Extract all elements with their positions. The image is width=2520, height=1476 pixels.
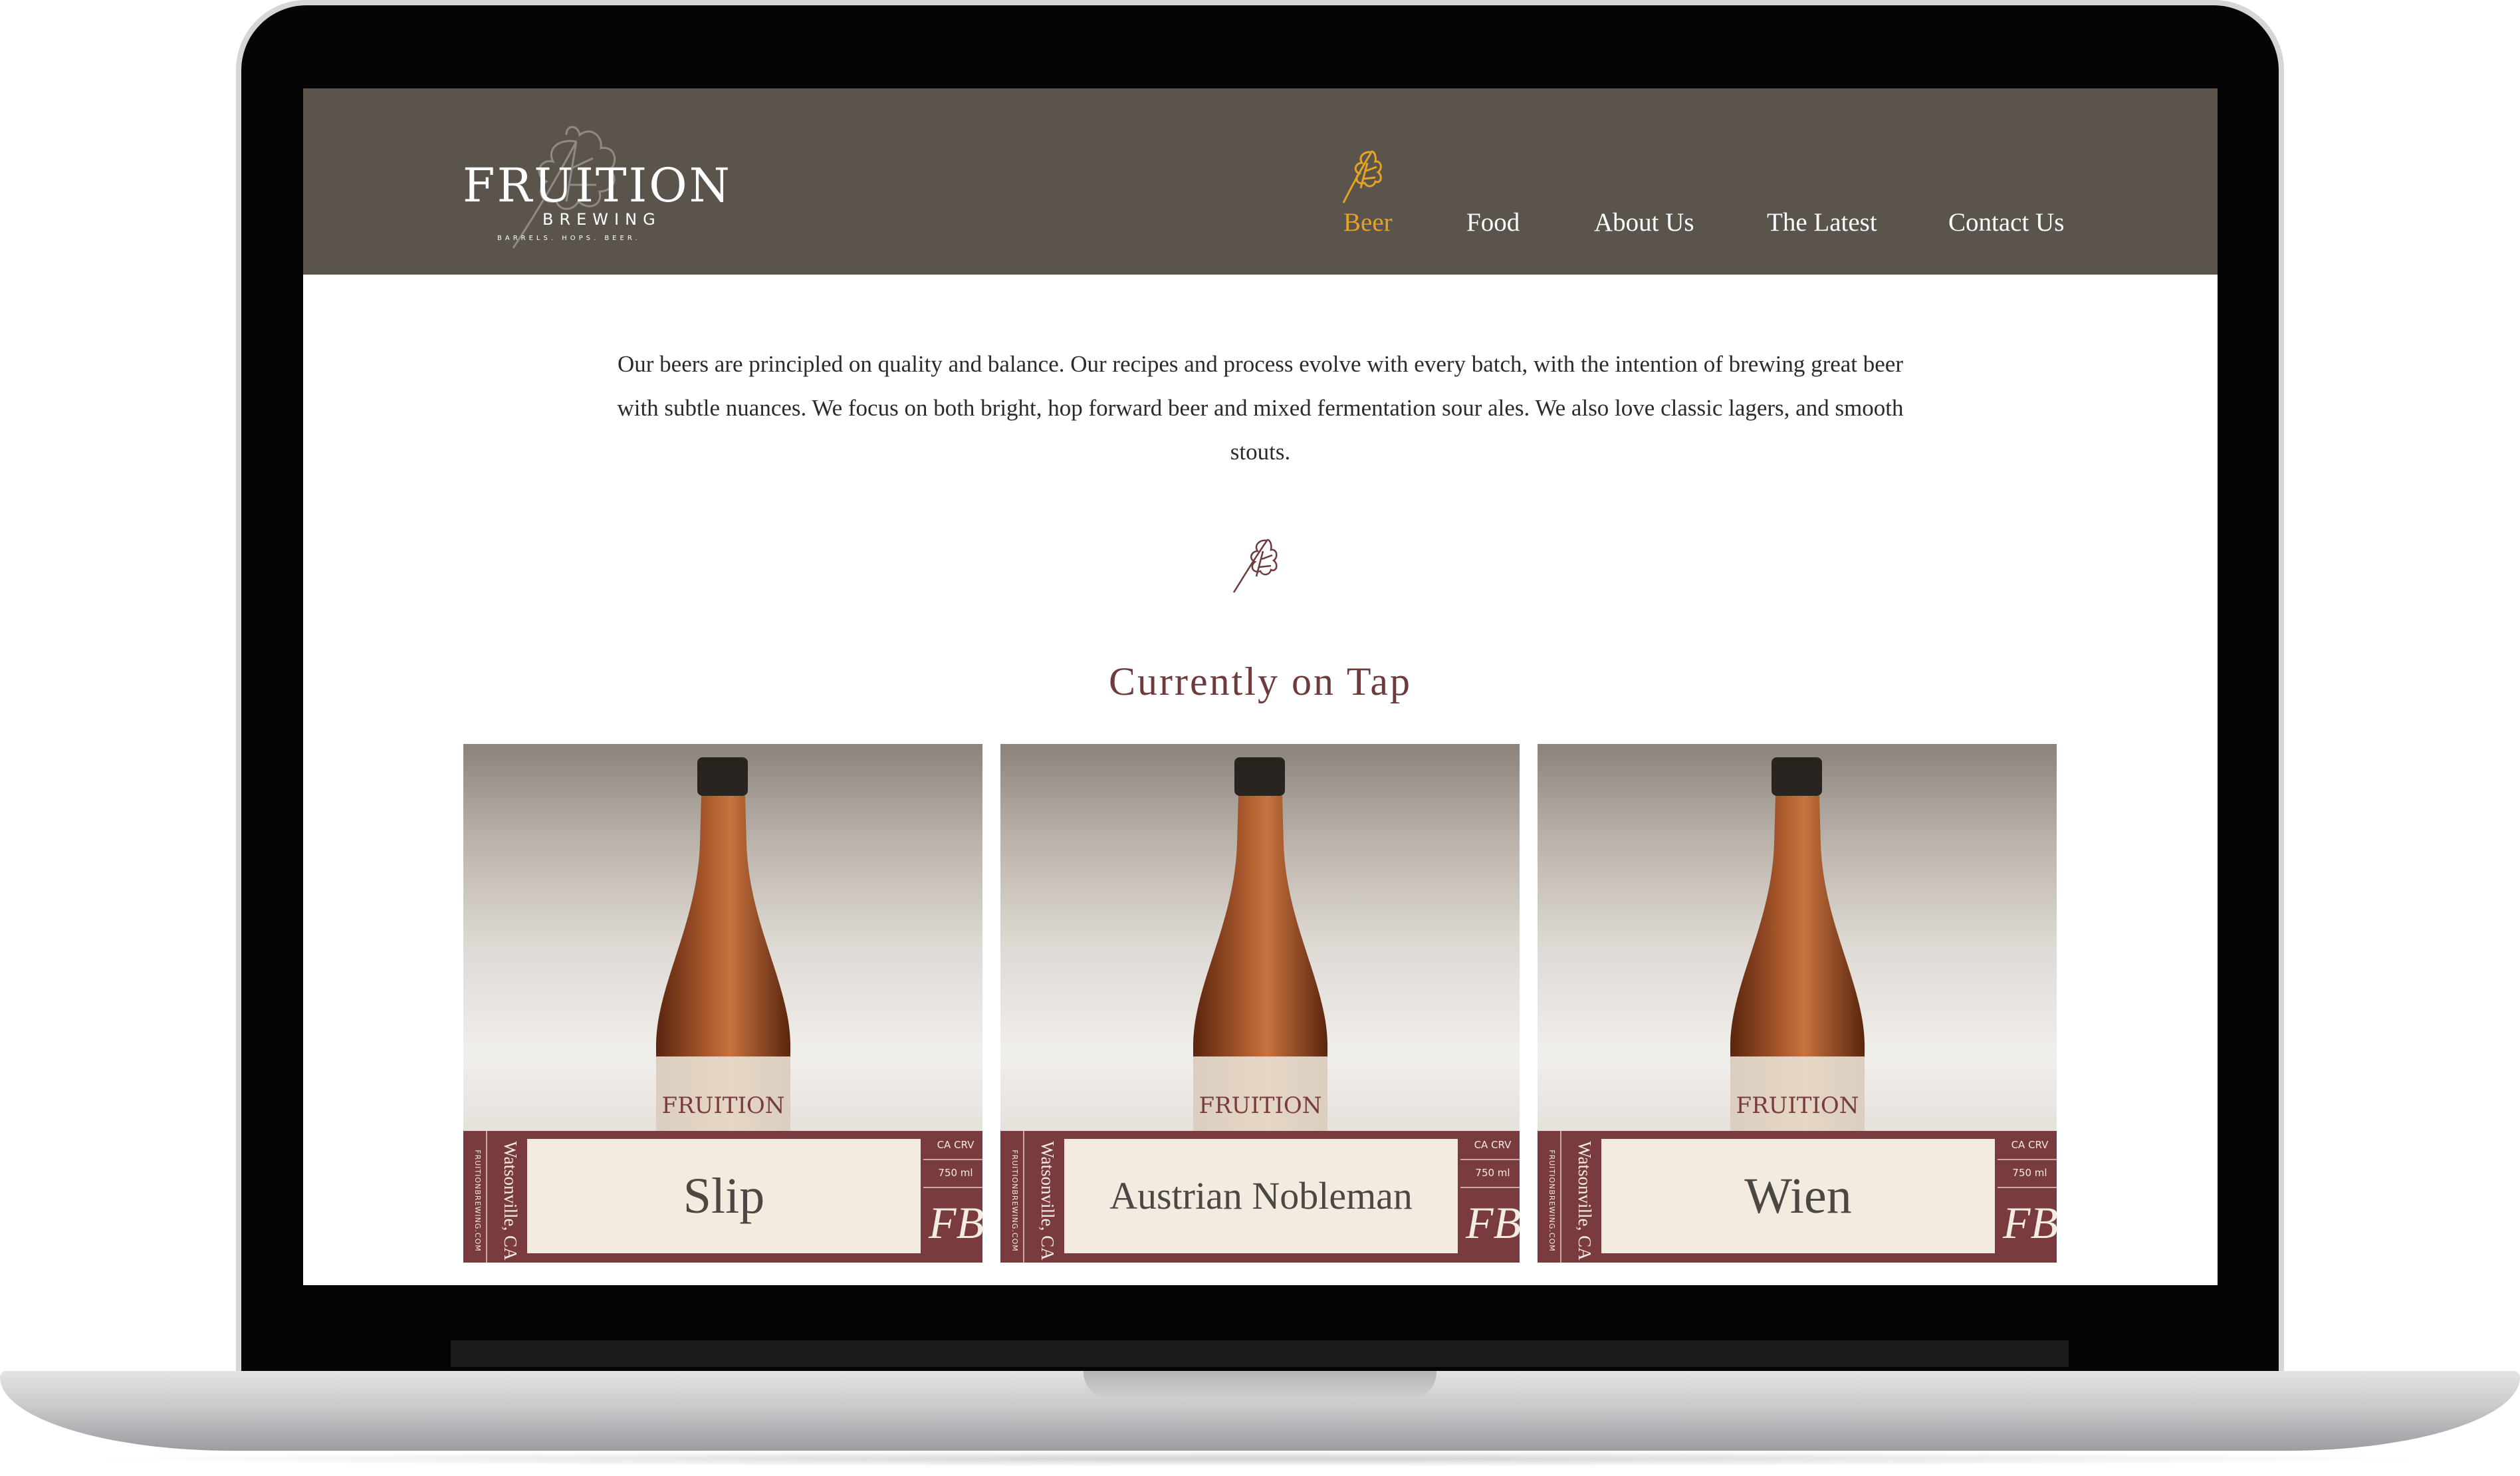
beer-bottle-image: FRUITION	[1730, 757, 1865, 1143]
beer-card-wien[interactable]: FRUITION FRUITIONBREWING.COM Watsonville…	[1538, 744, 2057, 1263]
brand-tagline: BARRELS. HOPS. BEER.	[497, 235, 641, 242]
label-volume: 750 ml	[1475, 1167, 1510, 1179]
oak-leaf-divider-icon	[1232, 539, 1278, 593]
nav-food[interactable]: Food	[1466, 209, 1520, 235]
label-city: Watsonville, CA	[1038, 1141, 1058, 1261]
brand-logo[interactable]: FRUITION BREWING BARRELS. HOPS. BEER.	[460, 112, 730, 251]
brand-name: FRUITION	[463, 158, 732, 213]
intro-text: Our beers are principled on quality and …	[617, 351, 1904, 465]
monogram-icon: FB	[2003, 1197, 2057, 1248]
nav-beer[interactable]: Beer	[1343, 209, 1393, 235]
beer-bottle-image: FRUITION	[1193, 757, 1327, 1143]
label-website: FRUITIONBREWING.COM	[1547, 1150, 1556, 1252]
beer-name: Slip	[527, 1139, 921, 1253]
nav-the-latest[interactable]: The Latest	[1767, 209, 1877, 235]
nav-about-us[interactable]: About Us	[1594, 209, 1694, 235]
beer-card-austrian-nobleman[interactable]: FRUITION FRUITIONBREWING.COM Watsonville…	[1000, 744, 1520, 1263]
label-divider	[1998, 1187, 2057, 1188]
laptop-notch	[1084, 1371, 1436, 1399]
beer-name: Wien	[1601, 1139, 1995, 1253]
label-divider	[486, 1131, 487, 1263]
monogram-icon: FB	[929, 1197, 982, 1248]
beer-name: Austrian Nobleman	[1064, 1139, 1458, 1253]
bottle-label: FRUITIONBREWING.COM Watsonville, CA Aust…	[1000, 1131, 1520, 1263]
label-divider	[1460, 1159, 1520, 1160]
site-header: FRUITION BREWING BARRELS. HOPS. BEER. Be…	[303, 88, 2218, 275]
label-volume: 750 ml	[2012, 1167, 2047, 1179]
laptop-shadow	[73, 1451, 2446, 1467]
label-crv: CA CRV	[2011, 1139, 2049, 1151]
label-city: Watsonville, CA	[501, 1141, 520, 1261]
label-website: FRUITIONBREWING.COM	[473, 1150, 482, 1252]
label-crv: CA CRV	[937, 1139, 974, 1151]
brand-sub: BREWING	[542, 210, 661, 229]
monogram-icon: FB	[1466, 1197, 1520, 1248]
label-divider	[923, 1187, 982, 1188]
bottle-label: FRUITIONBREWING.COM Watsonville, CA Slip…	[463, 1131, 982, 1263]
svg-text:FRUITION: FRUITION	[1736, 1092, 1859, 1119]
label-divider	[1023, 1131, 1024, 1263]
label-divider	[1560, 1131, 1561, 1263]
website-screen: FRUITION BREWING BARRELS. HOPS. BEER. Be…	[303, 88, 2218, 1285]
label-crv: CA CRV	[1474, 1139, 1512, 1151]
label-divider	[923, 1159, 982, 1160]
bottle-label: FRUITIONBREWING.COM Watsonville, CA Wien…	[1538, 1131, 2057, 1263]
nav-contact-us[interactable]: Contact Us	[1948, 209, 2064, 235]
beer-card-slip[interactable]: FRUITION FRUITIONBREWING.COM Watsonville…	[463, 744, 982, 1263]
label-divider	[1460, 1187, 1520, 1188]
label-volume: 750 ml	[938, 1167, 973, 1179]
label-city: Watsonville, CA	[1575, 1141, 1595, 1261]
label-divider	[1998, 1159, 2057, 1160]
laptop-hinge	[451, 1340, 2069, 1367]
beer-bottle-image: FRUITION	[656, 757, 790, 1143]
section-title: Currently on Tap	[1109, 660, 1412, 703]
oak-leaf-nav-icon	[1342, 150, 1382, 203]
svg-text:FRUITION: FRUITION	[1199, 1092, 1321, 1119]
svg-text:FRUITION: FRUITION	[661, 1092, 784, 1119]
label-website: FRUITIONBREWING.COM	[1010, 1150, 1019, 1252]
